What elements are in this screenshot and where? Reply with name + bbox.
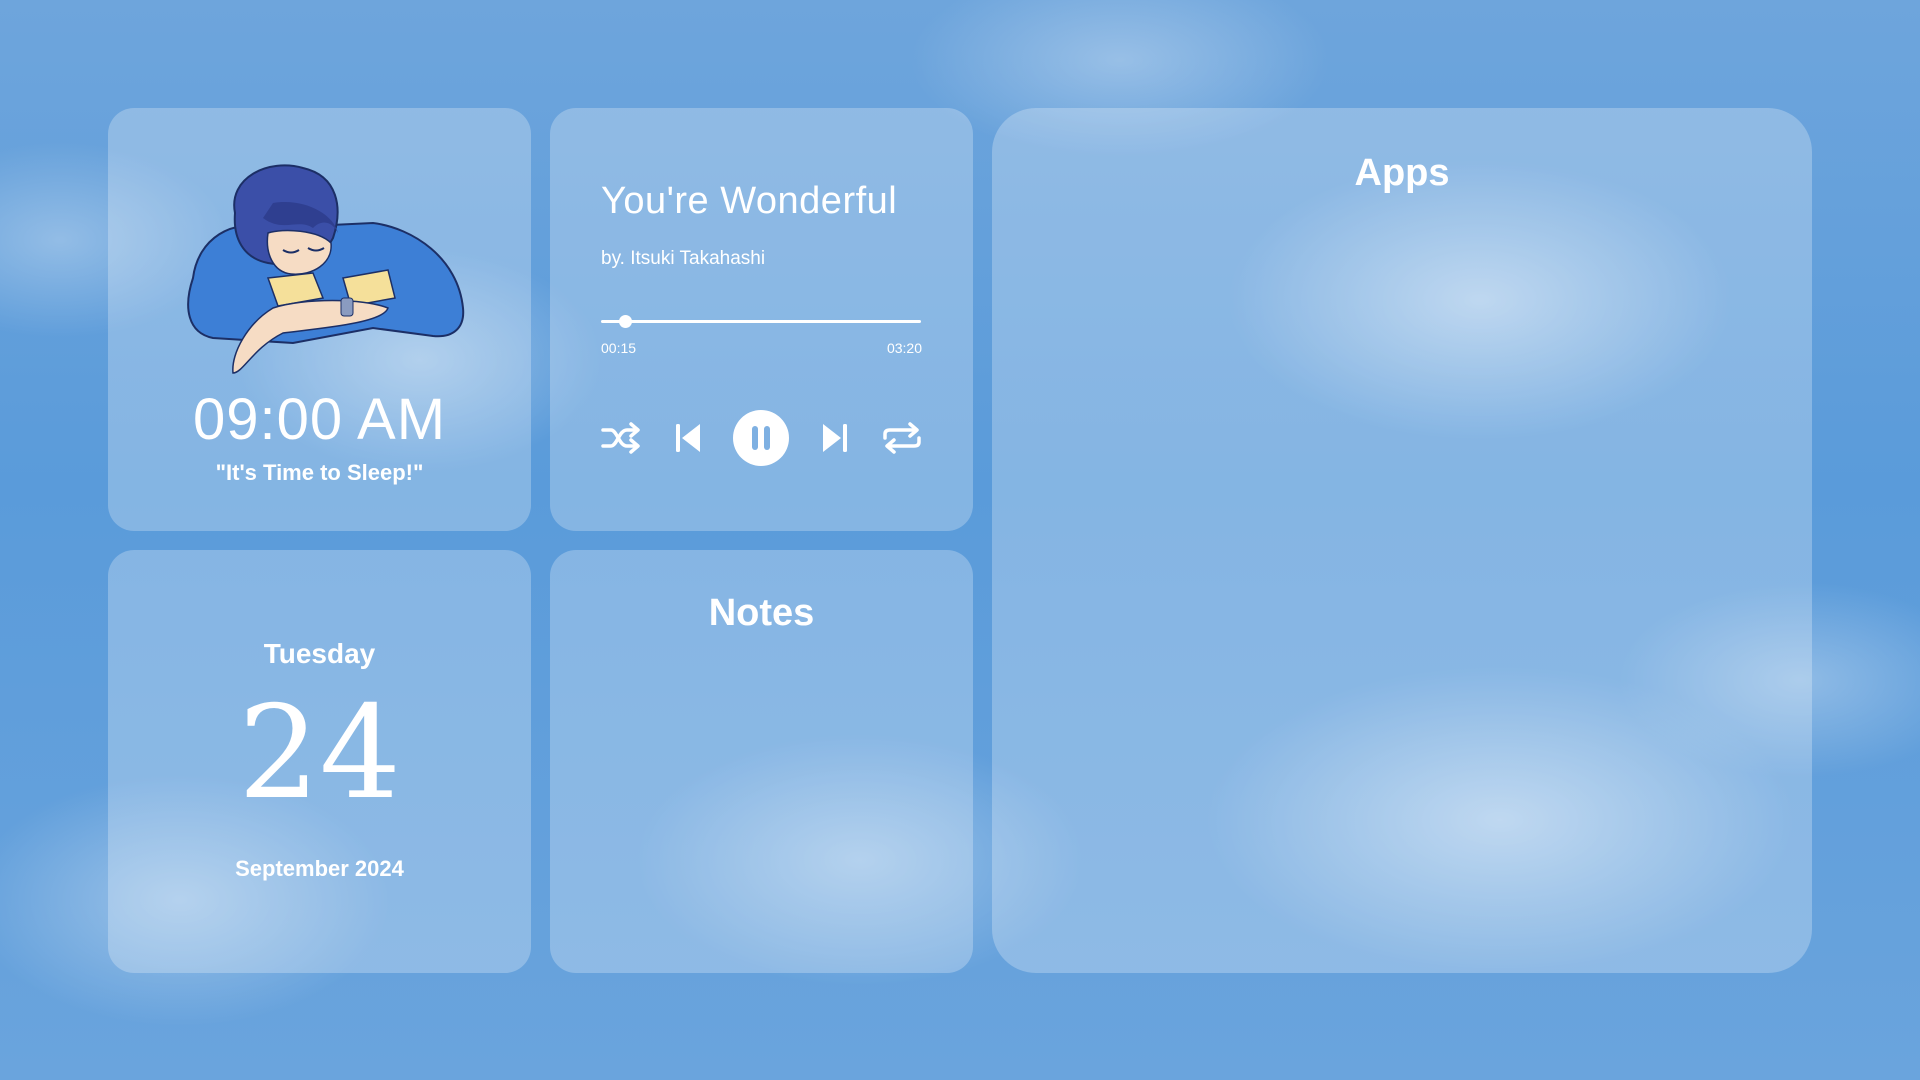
skip-next-icon bbox=[823, 424, 847, 452]
day-number: 24 bbox=[238, 679, 401, 828]
weekday-label: Tuesday bbox=[263, 638, 376, 669]
apps-title: Apps bbox=[1354, 152, 1450, 194]
pause-icon bbox=[752, 426, 770, 450]
repeat-icon bbox=[883, 422, 921, 454]
clock-message: "It's Time to Sleep!" bbox=[215, 460, 424, 485]
next-button[interactable] bbox=[817, 408, 853, 468]
song-title: You're Wonderful bbox=[601, 180, 898, 222]
notes-title: Notes bbox=[708, 592, 815, 634]
previous-button[interactable] bbox=[670, 408, 706, 468]
notes-widget[interactable]: Notes bbox=[550, 550, 973, 973]
song-artist: by. Itsuki Takahashi bbox=[601, 248, 766, 269]
sleeping-boy-illustration bbox=[187, 164, 465, 374]
month-year-label: September 2024 bbox=[235, 856, 404, 881]
progress-knob[interactable] bbox=[619, 315, 632, 328]
music-player-widget: You're Wonderful by. Itsuki Takahashi 00… bbox=[550, 108, 973, 531]
apps-panel: Apps bbox=[992, 108, 1812, 973]
elapsed-time: 00:15 bbox=[601, 340, 637, 356]
date-widget: Tuesday 24 September 2024 bbox=[108, 550, 531, 973]
clock-widget: 09:00 AM "It's Time to Sleep!" bbox=[108, 108, 531, 531]
pause-button[interactable] bbox=[732, 408, 790, 468]
pause-circle bbox=[733, 410, 789, 466]
clock-time: 09:00 AM bbox=[192, 387, 447, 452]
shuffle-icon bbox=[601, 422, 640, 454]
progress-bar[interactable] bbox=[601, 315, 921, 328]
shuffle-button[interactable] bbox=[599, 408, 643, 468]
total-time: 03:20 bbox=[886, 340, 922, 356]
skip-previous-icon bbox=[676, 424, 700, 452]
repeat-button[interactable] bbox=[880, 408, 924, 468]
